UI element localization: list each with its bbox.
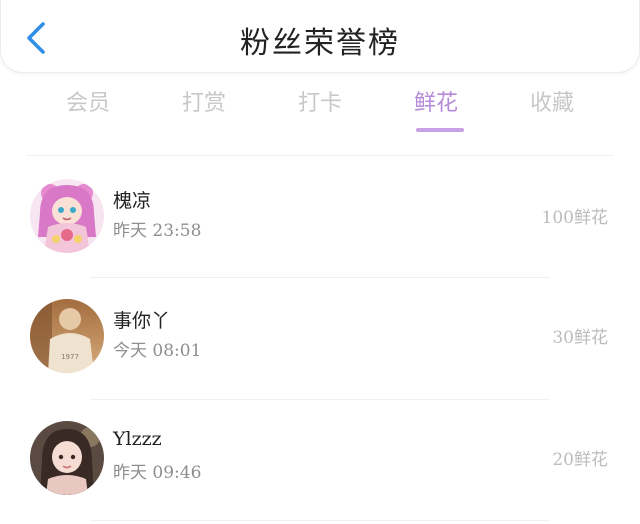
timestamp: 昨天 23:58 [113, 221, 202, 241]
tab-label: 收藏 [529, 91, 574, 116]
anime-girl-avatar-image [30, 179, 104, 253]
avatar[interactable] [30, 179, 104, 253]
flower-count: 20鲜花 [552, 450, 608, 470]
list-item[interactable]: 1977 事你丫 今天 08:01 30鲜花 [0, 285, 640, 385]
flower-count: 100鲜花 [541, 208, 608, 228]
tab-reward[interactable]: 打赏 [146, 84, 262, 136]
tab-underline [416, 128, 464, 132]
avatar[interactable] [30, 421, 104, 495]
avatar[interactable]: 1977 [30, 299, 104, 373]
tab-member[interactable]: 会员 [30, 84, 146, 136]
user-name: Ylzzz [113, 428, 162, 450]
tab-label: 会员 [65, 91, 110, 116]
user-name: 槐凉 [113, 190, 152, 212]
svg-text:1977: 1977 [61, 353, 79, 361]
page-header: 粉丝荣誉榜 [0, 0, 640, 73]
divider [90, 277, 550, 278]
person-photo-avatar-image: 1977 [30, 299, 104, 373]
user-name: 事你丫 [113, 310, 171, 332]
tab-label: 鲜花 [413, 91, 458, 116]
timestamp: 昨天 09:46 [113, 463, 202, 483]
tab-checkin[interactable]: 打卡 [262, 84, 378, 136]
tab-flowers[interactable]: 鲜花 [378, 84, 494, 136]
girl-photo-avatar-image [30, 421, 104, 495]
tab-label: 打卡 [297, 91, 342, 116]
divider [90, 520, 550, 521]
list-item[interactable]: 槐凉 昨天 23:58 100鲜花 [0, 165, 640, 265]
flower-count: 30鲜花 [552, 328, 608, 348]
page-title: 粉丝荣誉榜 [240, 26, 400, 61]
tab-favorites[interactable]: 收藏 [494, 84, 610, 136]
tab-label: 打赏 [181, 91, 226, 116]
list-item[interactable]: Ylzzz 昨天 09:46 20鲜花 [0, 407, 640, 507]
tab-bar: 会员 打赏 打卡 鲜花 收藏 [30, 84, 610, 136]
timestamp: 今天 08:01 [113, 341, 202, 361]
divider [26, 155, 614, 156]
divider [90, 399, 550, 400]
